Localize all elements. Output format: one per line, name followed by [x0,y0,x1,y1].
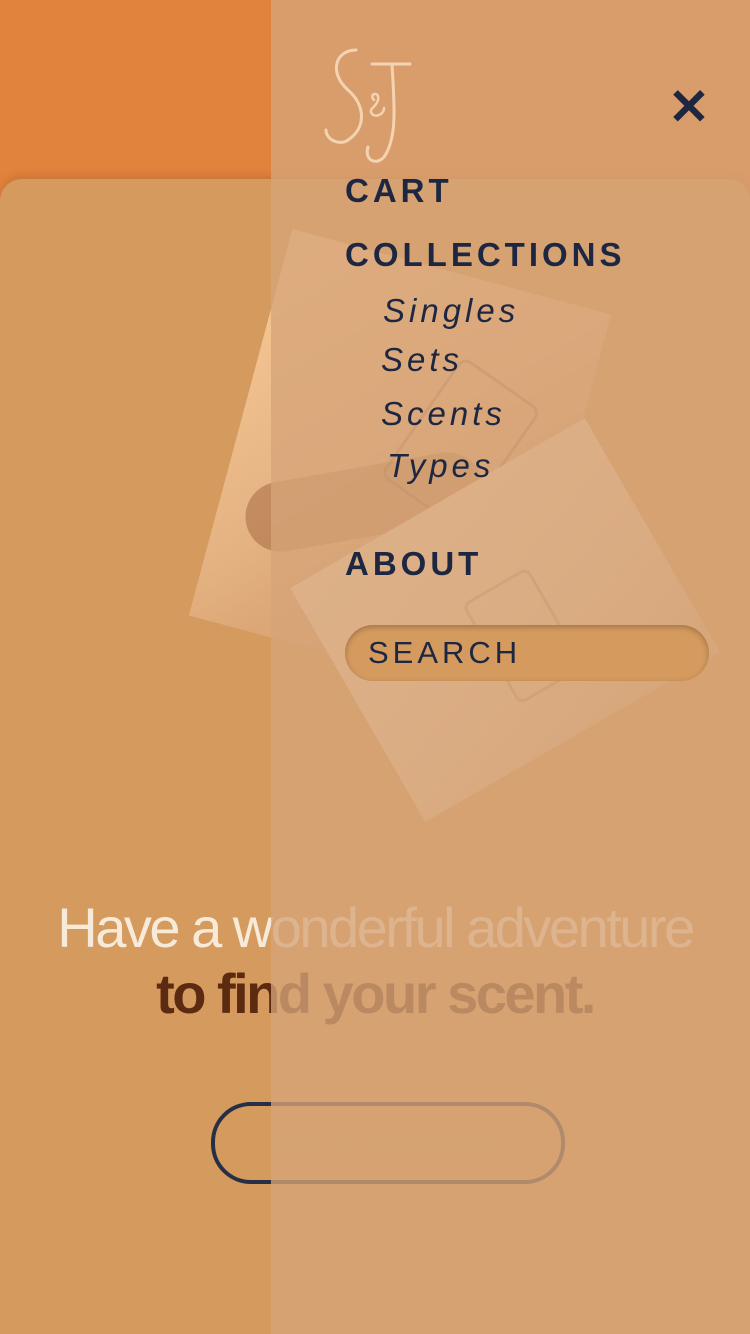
nav-collections[interactable]: COLLECTIONS [345,236,626,274]
nav-sub-singles[interactable]: Singles [383,292,519,330]
monogram-logo[interactable] [318,42,418,167]
close-icon[interactable]: ✕ [662,80,716,134]
nav-sub-scents[interactable]: Scents [381,395,506,433]
search-input[interactable]: SEARCH [345,625,709,681]
nav-cart[interactable]: CART [345,172,453,210]
nav-sub-types[interactable]: Types [387,447,494,485]
nav-sub-sets[interactable]: Sets [381,341,463,379]
nav-about[interactable]: ABOUT [345,545,482,583]
